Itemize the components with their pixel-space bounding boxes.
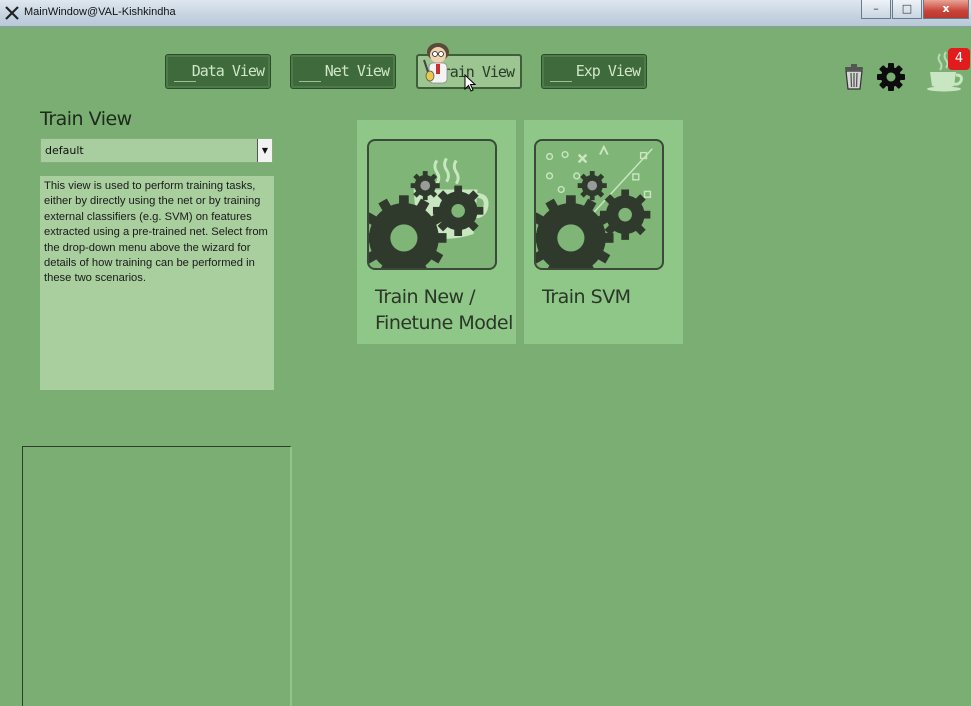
tab-net-view[interactable]: Net View — [290, 54, 396, 89]
mouse-cursor-icon — [464, 74, 476, 92]
card-train-svm[interactable]: Train SVM — [524, 120, 683, 344]
app-icon — [5, 6, 19, 20]
gear-icon[interactable] — [876, 62, 906, 92]
card-title: Train SVM — [542, 286, 631, 308]
tab-exp-view[interactable]: Exp View — [541, 54, 647, 89]
page-title: Train View — [40, 108, 132, 130]
dropdown-value: default — [45, 144, 84, 157]
maximize-button[interactable]: □ — [892, 0, 922, 19]
scientist-mascot-icon — [423, 43, 449, 84]
details-panel — [22, 446, 292, 706]
tab-data-view[interactable]: Data View — [165, 54, 271, 89]
tab-label: Data View — [191, 62, 265, 80]
notification-badge: 4 — [948, 48, 970, 70]
card-train-new-finetune[interactable]: Train New / Finetune Model — [357, 120, 516, 344]
tab-label: Exp View — [575, 62, 641, 80]
trash-icon[interactable] — [843, 64, 865, 90]
chevron-down-icon[interactable]: ▼ — [257, 139, 272, 162]
close-button[interactable]: x — [923, 0, 969, 19]
card-title: Train New / Finetune Model — [375, 286, 513, 334]
window-titlebar: MainWindow@VAL-Kishkindha – □ x — [0, 0, 971, 27]
mode-dropdown[interactable]: default ▼ — [40, 138, 273, 163]
tab-label: Net View — [324, 62, 390, 80]
gears-coffee-icon — [367, 139, 497, 270]
minimize-button[interactable]: – — [861, 0, 891, 19]
description-text: This view is used to perform training ta… — [40, 176, 274, 390]
gears-scatter-icon — [534, 139, 664, 270]
window-title: MainWindow@VAL-Kishkindha — [24, 6, 176, 18]
